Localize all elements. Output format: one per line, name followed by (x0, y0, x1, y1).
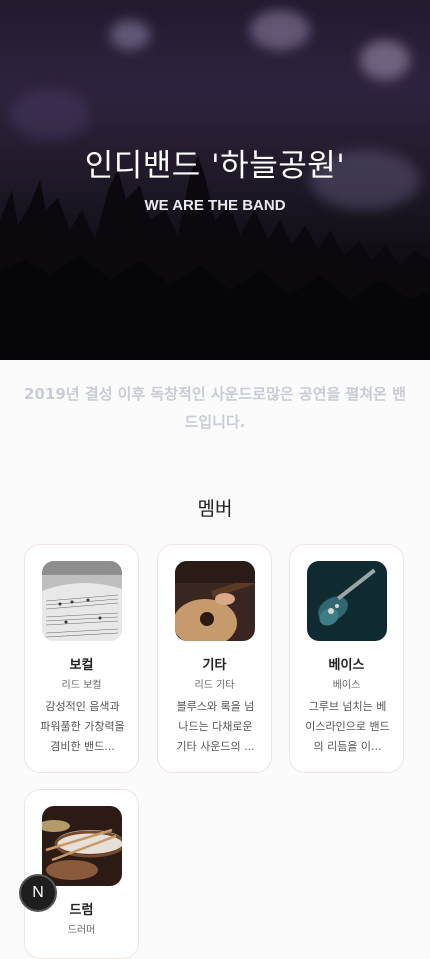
sheet-music-icon (42, 561, 122, 641)
bass-guitar-icon (307, 561, 387, 641)
member-description: 감성적인 음색과 파워풀한 가창력을 겸비한 밴드... (40, 700, 125, 753)
next-dev-badge-button[interactable]: N (19, 874, 57, 912)
band-intro-text: 2019년 결성 이후 독창적인 사운드로많은 공연을 펼쳐온 밴드입니다. (24, 385, 406, 431)
member-name: 기타 (202, 658, 227, 673)
member-card-vocal[interactable]: 보컬 리드 보컬 감성적인 음색과 파워풀한 가창력을 겸비한 밴드... (24, 544, 139, 773)
member-card-guitar[interactable]: 기타 리드 기타 블루스와 록을 넘나드는 다채로운 기타 사운드의 ... (157, 544, 272, 773)
member-card-bass[interactable]: 베이스 베이스 그루브 넘치는 베이스라인으로 밴드의 리듬을 이... (289, 544, 404, 773)
hero-subtitle: WE ARE THE BAND (144, 197, 286, 214)
hero-banner: 인디밴드 '하늘공원' WE ARE THE BAND (0, 0, 430, 360)
guitar-icon (175, 561, 255, 641)
member-role: 베이스 (332, 680, 361, 691)
member-description: 블루스와 록을 넘나드는 다채로운 기타 사운드의 ... (176, 700, 255, 753)
member-role: 리드 기타 (194, 680, 235, 691)
member-role: 리드 보컬 (61, 680, 102, 691)
members-section-title: 멤버 (197, 498, 233, 520)
drum-kit-icon (42, 806, 122, 886)
member-description: 그루브 넘치는 베이스라인으로 밴드의 리듬을 이... (305, 700, 390, 753)
hero-title: 인디밴드 '하늘공원' (84, 148, 346, 184)
member-role: 드러머 (67, 925, 96, 936)
member-name: 베이스 (328, 658, 365, 673)
member-name: 보컬 (69, 658, 94, 673)
